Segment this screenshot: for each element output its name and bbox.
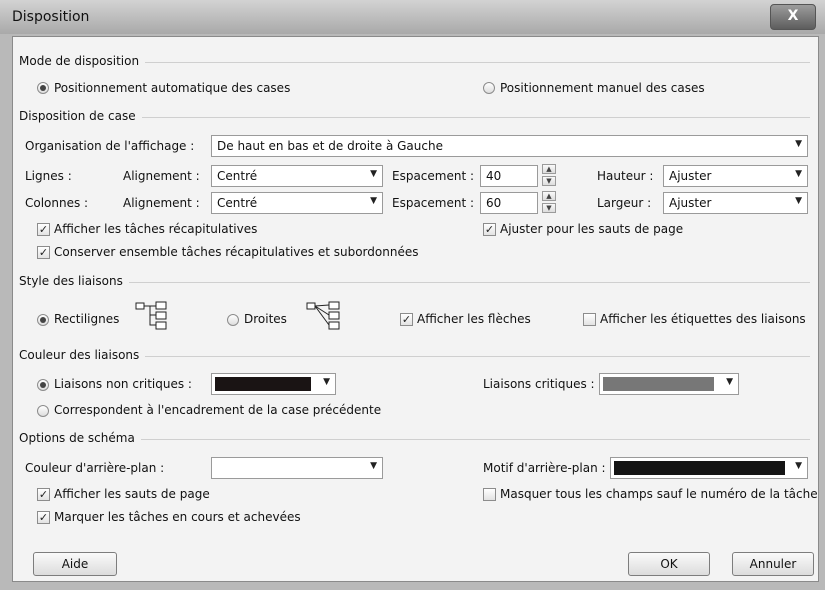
bg-pattern-swatch [614,461,785,475]
noncritical-radio[interactable] [37,379,49,391]
manual-position-label: Positionnement manuel des cases [500,81,705,95]
bg-color-label: Couleur d'arrière-plan : [25,461,165,475]
rows-spacing-value: 40 [486,169,502,183]
show-arrows-label: Afficher les flèches [417,312,531,326]
section-link-title: Style des liaisons [19,274,129,288]
org-label: Organisation de l'affichage : [25,139,195,153]
summary-tasks-checkbox[interactable]: ✓ [37,223,50,236]
match-border-label: Correspondent à l'encadrement de la case… [54,403,382,417]
rows-spacing-up-icon[interactable]: ▲ [542,164,556,174]
org-value: De haut en bas et de droite à Gauche [217,139,443,153]
noncritical-color-swatch [215,377,311,391]
chevron-down-icon: ▼ [795,461,802,471]
ok-button[interactable]: OK [628,552,710,576]
keep-together-label: Conserver ensemble tâches récapitulative… [54,245,419,259]
page-break-adjust-label: Ajuster pour les sauts de page [500,222,684,236]
width-select[interactable]: Ajuster ▼ [663,192,808,214]
cols-align-label: Alignement : [123,196,200,210]
noncritical-color-select[interactable]: ▼ [211,373,336,395]
rows-align-label: Alignement : [123,169,200,183]
height-select[interactable]: Ajuster ▼ [663,165,808,187]
rows-spacing-down-icon[interactable]: ▼ [542,176,556,186]
org-select[interactable]: De haut en bas et de droite à Gauche ▼ [211,135,808,157]
page-break-adjust-checkbox[interactable]: ✓ [483,223,496,236]
cols-spacing-input[interactable]: 60 [480,192,538,214]
height-label: Hauteur : [597,169,654,183]
chevron-down-icon: ▼ [795,139,802,149]
chevron-down-icon: ▼ [370,461,377,471]
summary-tasks-label: Afficher les tâches récapitulatives [54,222,258,236]
section-colors-title: Couleur des liaisons [19,348,146,362]
rows-align-value: Centré [217,169,258,183]
chevron-down-icon: ▼ [795,169,802,179]
section-mode: Mode de disposition [19,54,810,68]
straight-radio[interactable] [227,314,239,326]
bg-pattern-label: Motif d'arrière-plan : [483,461,606,475]
help-button[interactable]: Aide [33,552,117,576]
cols-spacing-label: Espacement : [392,196,475,210]
section-chart-options: Options de schéma [19,431,810,445]
bg-pattern-select[interactable]: ▼ [610,457,808,479]
width-label: Largeur : [597,196,652,210]
bg-color-select[interactable]: ▼ [211,457,383,479]
manual-position-radio[interactable] [483,82,495,94]
show-arrows-checkbox[interactable]: ✓ [400,313,413,326]
chevron-down-icon: ▼ [370,169,377,179]
show-link-labels-label: Afficher les étiquettes des liaisons [600,312,806,326]
critical-color-swatch [603,377,714,391]
section-mode-title: Mode de disposition [19,54,146,68]
critical-color-select[interactable]: ▼ [599,373,739,395]
cancel-button[interactable]: Annuler [732,552,814,576]
critical-label: Liaisons critiques : [483,377,595,391]
title-bar: Disposition X [0,0,825,34]
chevron-down-icon: ▼ [726,377,733,387]
close-button[interactable]: X [770,4,816,30]
auto-position-radio[interactable] [37,82,49,94]
window-title: Disposition [12,9,90,25]
cols-align-select[interactable]: Centré ▼ [211,192,383,214]
rectilinear-links-icon [135,301,167,330]
rows-spacing-input[interactable]: 40 [480,165,538,187]
chevron-down-icon: ▼ [795,196,802,206]
chevron-down-icon: ▼ [323,377,330,387]
section-link-colors: Couleur des liaisons [19,348,810,362]
show-page-breaks-checkbox[interactable]: ✓ [37,488,50,501]
cols-label: Colonnes : [25,196,89,210]
rows-align-select[interactable]: Centré ▼ [211,165,383,187]
rectilinear-radio[interactable] [37,314,49,326]
show-page-breaks-label: Afficher les sauts de page [54,487,210,501]
section-box-title: Disposition de case [19,109,142,123]
mark-tasks-label: Marquer les tâches en cours et achevées [54,510,301,524]
width-value: Ajuster [669,196,712,210]
hide-fields-label: Masquer tous les champs sauf le numéro d… [500,487,818,501]
section-link-style: Style des liaisons [19,274,810,288]
noncritical-label: Liaisons non critiques : [54,377,192,391]
rows-label: Lignes : [25,169,72,183]
match-border-radio[interactable] [37,405,49,417]
height-value: Ajuster [669,169,712,183]
cols-align-value: Centré [217,196,258,210]
straight-links-icon [306,301,340,330]
straight-label: Droites [244,312,287,326]
cols-spacing-up-icon[interactable]: ▲ [542,191,556,201]
rectilinear-label: Rectilignes [54,312,120,326]
section-chart-title: Options de schéma [19,431,141,445]
cols-spacing-down-icon[interactable]: ▼ [542,203,556,213]
chevron-down-icon: ▼ [370,196,377,206]
hide-fields-checkbox[interactable] [483,488,496,501]
auto-position-label: Positionnement automatique des cases [54,81,291,95]
section-box-layout: Disposition de case [19,109,810,123]
rows-spacing-label: Espacement : [392,169,475,183]
disposition-dialog: Disposition X Mode de disposition Positi… [0,0,825,590]
mark-tasks-checkbox[interactable]: ✓ [37,511,50,524]
dialog-body: Mode de disposition Positionnement autom… [12,36,819,582]
cols-spacing-value: 60 [486,196,502,210]
keep-together-checkbox[interactable]: ✓ [37,246,50,259]
show-link-labels-checkbox[interactable] [583,313,596,326]
